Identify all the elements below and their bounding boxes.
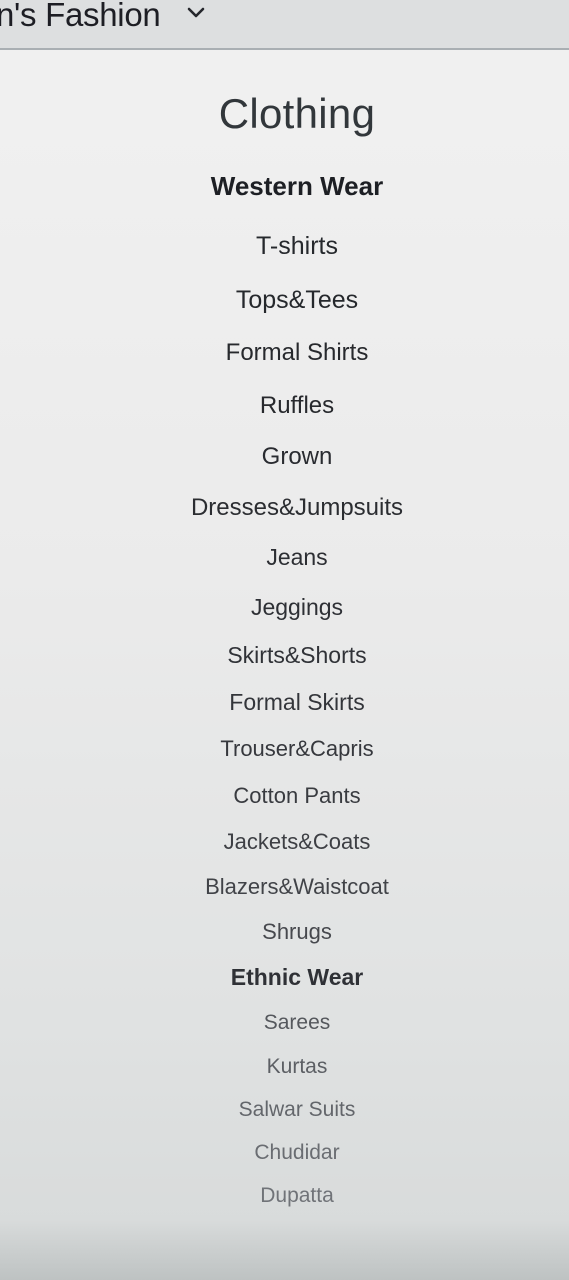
- menu-item-formal-skirts[interactable]: Formal Skirts: [0, 689, 569, 716]
- menu-item-jeans[interactable]: Jeans: [0, 544, 569, 571]
- menu-item-formal-shirts[interactable]: Formal Shirts: [0, 339, 569, 367]
- menu-item-sarees[interactable]: Sarees: [0, 1011, 569, 1035]
- menu-item-salwar-suits[interactable]: Salwar Suits: [0, 1098, 569, 1122]
- clothing-menu: Clothing Western Wear T-shirts Tops&Tees…: [0, 0, 569, 1280]
- menu-item-jackets-coats[interactable]: Jackets&Coats: [0, 829, 569, 855]
- menu-item-chudidar[interactable]: Chudidar: [0, 1141, 569, 1165]
- menu-heading: Clothing: [218, 90, 376, 137]
- menu-item-t-shirts[interactable]: T-shirts: [0, 232, 569, 261]
- section-ethnic-wear[interactable]: Ethnic Wear: [0, 964, 569, 991]
- menu-item-trouser-capris[interactable]: Trouser&Capris: [0, 736, 569, 762]
- menu-item-blazers-waistcoat[interactable]: Blazers&Waistcoat: [0, 874, 569, 900]
- menu-item-cotton-pants[interactable]: Cotton Pants: [0, 783, 569, 809]
- menu-item-shrugs[interactable]: Shrugs: [0, 919, 569, 945]
- menu-item-dresses-jumpsuits[interactable]: Dresses&Jumpsuits: [0, 494, 569, 522]
- menu-item-kurtas[interactable]: Kurtas: [0, 1055, 569, 1079]
- menu-item-tops-tees[interactable]: Tops&Tees: [0, 286, 569, 315]
- menu-item-ruffles[interactable]: Ruffles: [0, 392, 569, 420]
- menu-item-jeggings[interactable]: Jeggings: [0, 594, 569, 621]
- menu-item-skirts-shorts[interactable]: Skirts&Shorts: [0, 642, 569, 669]
- menu-item-grown[interactable]: Grown: [0, 443, 569, 471]
- section-western-wear[interactable]: Western Wear: [0, 171, 569, 202]
- menu-item-dupatta[interactable]: Dupatta: [0, 1184, 569, 1208]
